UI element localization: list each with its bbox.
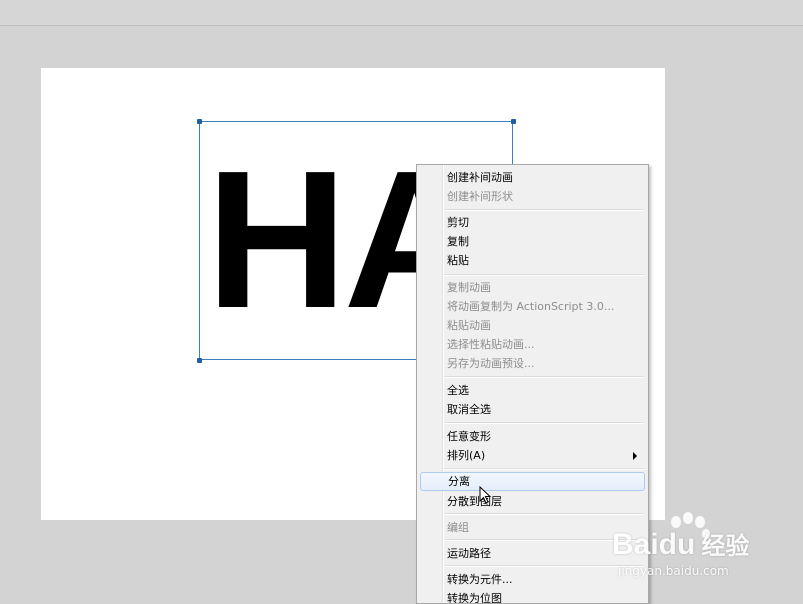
menu-item-copy-motion: 复制动画 [447, 281, 491, 294]
menu-separator [445, 376, 643, 378]
menu-item-arrange[interactable]: 排列(A) [420, 446, 645, 465]
menu-item-convert-to-bitmap[interactable]: 转换为位图 [420, 589, 645, 603]
watermark-logo-cn: 经验 [701, 533, 750, 560]
menu-item-save-as-motion-preset: 另存为动画预设... [447, 357, 535, 370]
menu-item-break-apart[interactable]: 分离 [420, 472, 645, 491]
submenu-arrow-icon [633, 452, 637, 460]
selection-handle-top-left[interactable] [197, 119, 202, 124]
menu-item-deselect-all[interactable]: 取消全选 [420, 400, 645, 419]
menu-separator [445, 274, 643, 276]
menu-separator [445, 565, 643, 567]
menu-item-convert-to-symbol[interactable]: 转换为元件... [420, 570, 645, 589]
watermark-logo: Baidu 经验 [612, 526, 749, 562]
menu-item-free-transform[interactable]: 任意变形 [420, 427, 645, 446]
menu-item-distribute-to-layers[interactable]: 分散到图层 [420, 492, 645, 511]
watermark-logo-text: Baidu [612, 528, 696, 561]
top-toolbar [0, 0, 803, 26]
menu-separator [445, 468, 643, 470]
menu-separator [445, 422, 643, 424]
menu-item-create-motion-tween[interactable]: 创建补间动画 [420, 168, 645, 187]
watermark-url: jingyan.baidu.com [618, 564, 729, 578]
selection-handle-bottom-left[interactable] [197, 358, 202, 363]
menu-separator [445, 513, 643, 515]
menu-item-paste-motion: 粘贴动画 [447, 319, 491, 332]
menu-item-arrange-label: 排列(A) [447, 449, 486, 462]
menu-item-cut[interactable]: 剪切 [420, 213, 645, 232]
menu-item-paste[interactable]: 粘贴 [420, 251, 645, 270]
mouse-pointer-icon [479, 486, 491, 504]
menu-item-create-shape-tween: 创建补间形状 [447, 190, 513, 203]
menu-item-copy-motion-as-actionscript: 将动画复制为 ActionScript 3.0... [447, 300, 615, 313]
menu-item-select-all[interactable]: 全选 [420, 381, 645, 400]
menu-separator [445, 209, 643, 211]
menu-item-copy[interactable]: 复制 [420, 232, 645, 251]
selection-handle-top-right[interactable] [511, 119, 516, 124]
menu-item-paste-motion-special: 选择性粘贴动画... [447, 338, 535, 351]
